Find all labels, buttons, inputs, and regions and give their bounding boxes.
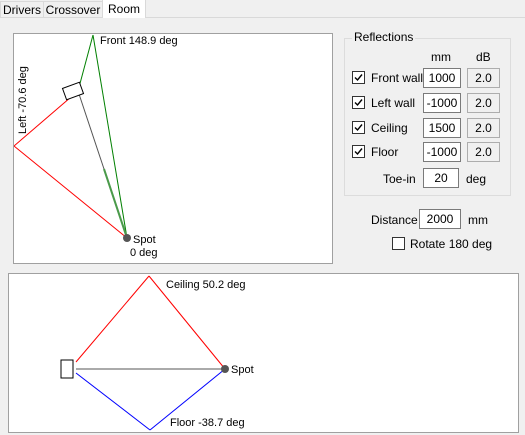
front-wall-reflection-ray <box>92 34 128 239</box>
front-wall-label: Front wall <box>371 71 424 85</box>
direct-path-green-overlay <box>103 168 128 239</box>
distance-unit: mm <box>468 213 488 227</box>
left-angle-label: Left -70.6 deg <box>17 66 29 134</box>
toe-in-field[interactable]: 20 <box>423 168 459 188</box>
toe-in-unit: deg <box>466 172 487 186</box>
toe-in-label: Toe-in <box>383 172 416 186</box>
rotate-180-label: Rotate 180 deg <box>410 237 493 251</box>
front-wall-mm-field[interactable]: 1000 <box>423 68 461 88</box>
floor-label: Floor <box>371 145 399 159</box>
ceiling-label: Ceiling <box>371 121 408 135</box>
front-wall-db-field[interactable]: 2.0 <box>467 68 500 88</box>
spot-angle-label: 0 deg <box>130 247 158 259</box>
left-wall-mm-field[interactable]: -1000 <box>423 93 461 113</box>
side-view-panel: Ceiling 50.2 deg Floor -38.7 deg Spot <box>8 273 519 433</box>
left-wall-checkbox[interactable] <box>352 96 365 109</box>
floor-db-field[interactable]: 2.0 <box>467 142 500 162</box>
tab-room[interactable]: Room <box>102 0 146 18</box>
rotate-180-checkbox[interactable] <box>392 237 405 250</box>
front-angle-label: Front 148.9 deg <box>100 35 178 47</box>
distance-field[interactable]: 2000 <box>419 209 461 229</box>
tab-strip: Drivers Crossover Room <box>0 0 525 18</box>
floor-mm-field[interactable]: -1000 <box>423 142 461 162</box>
distance-label: Distance <box>371 213 418 227</box>
ceiling-db-field[interactable]: 2.0 <box>467 118 500 138</box>
ceiling-reflection-ray-up <box>75 275 150 363</box>
column-header-db: dB <box>476 50 491 64</box>
ceiling-mm-field[interactable]: 1500 <box>423 118 461 138</box>
front-wall-checkbox[interactable] <box>352 71 365 84</box>
column-header-mm: mm <box>431 50 451 64</box>
listening-spot-dot <box>123 234 131 242</box>
floor-angle-label: Floor -38.7 deg <box>170 417 245 429</box>
plan-view-panel: Front 148.9 deg Left -70.6 deg Spot 0 de… <box>13 33 333 264</box>
tab-crossover[interactable]: Crossover <box>43 1 103 17</box>
speaker-icon <box>60 359 74 379</box>
reflections-title: Reflections <box>352 30 416 44</box>
side-view-diagram: Ceiling 50.2 deg Floor -38.7 deg Spot <box>60 275 254 431</box>
ceiling-angle-label: Ceiling 50.2 deg <box>166 279 246 291</box>
floor-checkbox[interactable] <box>352 145 365 158</box>
spot-label: Spot <box>133 234 156 246</box>
spot-label: Spot <box>231 364 254 376</box>
floor-reflection-ray-down <box>75 372 151 431</box>
tab-drivers[interactable]: Drivers <box>0 1 44 17</box>
front-wall-reflection-ray-back <box>77 34 94 92</box>
left-wall-db-field[interactable]: 2.0 <box>467 93 500 113</box>
left-wall-label: Left wall <box>371 96 416 110</box>
left-wall-reflection-ray-back <box>14 145 128 239</box>
listening-spot-dot <box>221 365 229 373</box>
ceiling-checkbox[interactable] <box>352 121 365 134</box>
plan-view-diagram: Front 148.9 deg Left -70.6 deg Spot 0 de… <box>14 34 178 259</box>
